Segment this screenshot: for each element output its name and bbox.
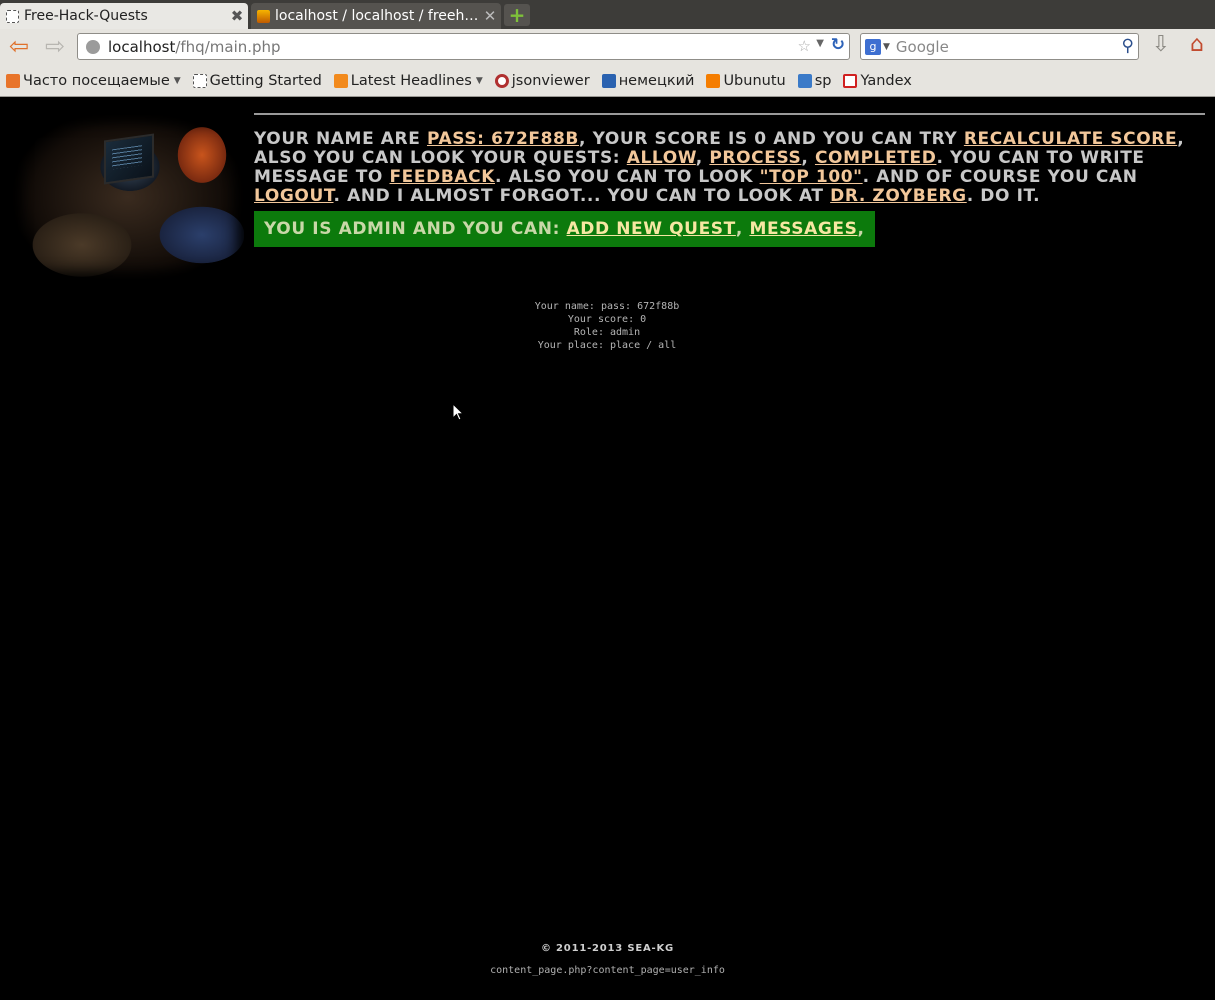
forward-button[interactable]: ⇨ [40, 32, 70, 60]
intro-text: , [801, 148, 815, 168]
admin-separator: , [735, 219, 743, 239]
intro-text: Your name are [254, 129, 427, 149]
score-value: 0 [754, 129, 767, 149]
back-button[interactable]: ⇦ [4, 32, 34, 60]
intro-text: and you can try [766, 129, 964, 149]
welcome-text: Your name are pass: 672f88b, your score … [254, 130, 1205, 206]
bookmark-latest-headlines[interactable]: Latest Headlines ▼ [333, 73, 483, 89]
page-icon [6, 9, 19, 23]
dr-zoyberg-link[interactable]: Dr. Zoyberg [830, 186, 967, 206]
bookmark-most-visited[interactable]: Часто посещаемые ▼ [6, 73, 181, 89]
url-path: /fhq/main.php [175, 37, 281, 56]
bookmark-label: Yandex [860, 73, 912, 89]
copyright: © 2011-2013 sea-kg [540, 943, 675, 954]
page-icon [192, 74, 207, 88]
google-icon[interactable]: g [865, 38, 881, 55]
search-input[interactable]: g ▼ Google ⚲ [860, 33, 1139, 60]
feedback-link[interactable]: feedback [389, 167, 495, 187]
bookmarks-toolbar: Часто посещаемые ▼ Getting Started Lates… [0, 68, 1215, 94]
admin-separator: , [857, 219, 865, 239]
chevron-down-icon[interactable]: ▼ [883, 42, 890, 52]
process-quests-link[interactable]: process [709, 148, 801, 168]
user-info-score: Your score: 0 [567, 314, 647, 325]
tab-title: Free-Hack-Quests [24, 8, 148, 24]
content-page-path: content_page.php?content_page=user_info [490, 965, 725, 976]
intro-text: , [695, 148, 710, 168]
chevron-down-icon[interactable]: ▼ [816, 38, 824, 49]
top-100-link[interactable]: "top 100" [760, 167, 863, 187]
intro-text: , your score is [579, 129, 755, 149]
b-icon [601, 74, 616, 88]
chevron-down-icon: ▼ [475, 76, 483, 86]
jsonviewer-icon [494, 74, 509, 88]
bookmark-label: Ubunutu [723, 73, 786, 89]
phpmyadmin-icon [257, 9, 270, 23]
user-info-place: Your place: place / all [537, 340, 677, 351]
bookmark-getting-started[interactable]: Getting Started [192, 73, 322, 89]
tab-phpmyadmin[interactable]: localhost / localhost / freeh… ✕ [251, 3, 501, 29]
bookmark-label: Latest Headlines [350, 73, 472, 89]
user-name-link[interactable]: pass: 672f88b [427, 129, 579, 149]
chevron-down-icon: ▼ [173, 76, 181, 86]
user-info-role: Role: admin [573, 327, 641, 338]
tab-title: localhost / localhost / freeh… [275, 8, 479, 24]
new-tab-button[interactable]: + [504, 4, 530, 26]
home-icon[interactable]: ⌂ [1183, 32, 1211, 60]
blogger-icon [706, 74, 721, 88]
bookmark-label: Часто посещаемые [23, 73, 170, 89]
page-content: Your name are pass: 672f88b, your score … [0, 97, 1215, 1000]
search-placeholder: Google [895, 37, 949, 56]
bookmark-nemetsky[interactable]: немецкий [601, 73, 695, 89]
admin-panel: You is admin and you can: add new quest,… [254, 211, 875, 247]
intro-text: . Also you can to look [494, 167, 760, 187]
logout-link[interactable]: logout [254, 186, 334, 206]
add-new-quest-link[interactable]: add new quest [567, 219, 736, 239]
bookmark-jsonviewer[interactable]: jsonviewer [494, 73, 590, 89]
allow-quests-link[interactable]: allow [627, 148, 696, 168]
bookmark-label: sp [814, 73, 832, 89]
most-visited-icon [6, 74, 20, 88]
bookmark-label: jsonviewer [511, 73, 590, 89]
bookmark-yandex[interactable]: Yandex [843, 73, 912, 89]
url-host: localhost [108, 37, 176, 56]
recalculate-score-link[interactable]: recalculate score [964, 129, 1177, 149]
divider [254, 113, 1205, 115]
completed-quests-link[interactable]: completed [815, 148, 936, 168]
tab-free-hack-quests[interactable]: Free-Hack-Quests ✖ [0, 3, 248, 29]
globe-icon [86, 39, 100, 54]
intro-text: . And of course you can [862, 167, 1138, 187]
close-icon[interactable]: ✖ [226, 7, 248, 25]
search-icon[interactable]: ⚲ [1122, 36, 1134, 56]
reload-icon[interactable]: ↻ [831, 35, 845, 55]
hacker-photo [12, 115, 244, 279]
navigation-bar: ⇦ ⇨ localhost/fhq/main.php ☆ ▼ ↻ g ▼ Goo… [0, 29, 1215, 64]
user-info-name: Your name: pass: 672f88b [534, 301, 680, 312]
cart-icon [797, 74, 812, 88]
bookmark-label: немецкий [618, 73, 695, 89]
browser-chrome: Free-Hack-Quests ✖ localhost / localhost… [0, 0, 1215, 97]
close-icon[interactable]: ✕ [479, 7, 501, 25]
bookmark-ubunutu[interactable]: Ubunutu [706, 73, 786, 89]
bookmark-star-icon[interactable]: ☆ [798, 37, 811, 55]
admin-text: You is admin and you can: [264, 219, 560, 239]
yandex-icon [843, 74, 858, 88]
laptop-screen [104, 133, 154, 185]
address-bar[interactable]: localhost/fhq/main.php ☆ ▼ ↻ [77, 33, 850, 60]
messages-link[interactable]: messages [749, 219, 857, 239]
bookmark-sp[interactable]: sp [797, 73, 832, 89]
download-icon[interactable]: ⇩ [1148, 32, 1174, 60]
rss-icon [333, 74, 348, 88]
intro-text: . And I almost forgot... You can to look… [333, 186, 831, 206]
tab-strip: Free-Hack-Quests ✖ localhost / localhost… [0, 0, 1215, 29]
bookmark-label: Getting Started [209, 73, 322, 89]
intro-text: . Do it. [966, 186, 1041, 206]
user-info: Your name: pass: 672f88b Your score: 0 R… [457, 300, 757, 352]
